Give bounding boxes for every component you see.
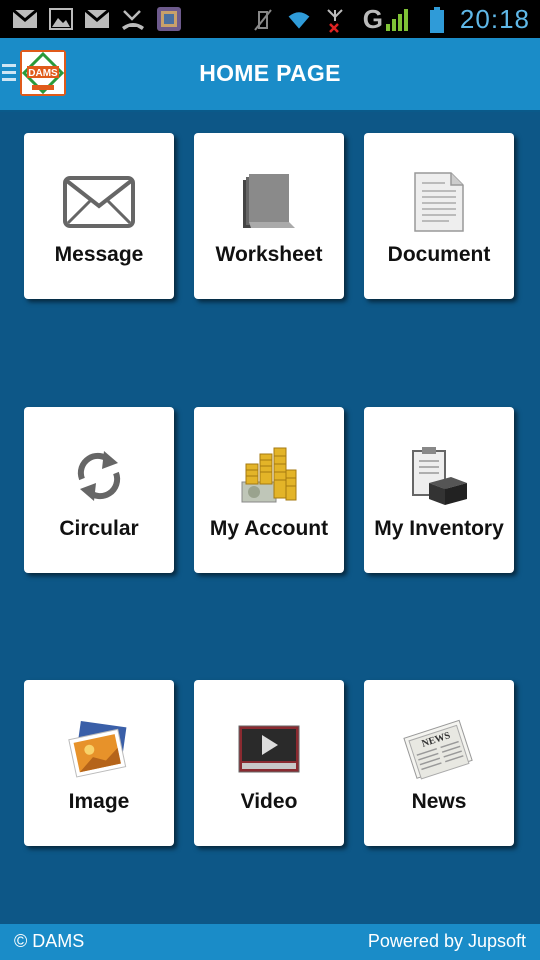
tile-circular[interactable]: Circular (24, 407, 174, 573)
tile-label: Document (387, 243, 491, 266)
app-notification-icon (156, 6, 182, 32)
newspaper-icon: NEWS (364, 716, 514, 782)
coins-money-icon (194, 443, 344, 509)
tile-label: Worksheet (215, 243, 323, 266)
photo-icon (24, 716, 174, 782)
gmail-notification-icon (12, 6, 38, 32)
clipboard-box-icon (364, 443, 514, 509)
wifi-icon (286, 7, 312, 33)
tile-label: News (411, 790, 467, 813)
app-header: DAMS HOME PAGE (0, 38, 540, 112)
tile-image[interactable]: Image (24, 680, 174, 846)
gmail-notification-icon-2 (84, 6, 110, 32)
tile-news[interactable]: NEWS News (364, 680, 514, 846)
vibrate-mute-icon (250, 7, 276, 33)
powered-by-text: Powered by Jupsoft (367, 931, 526, 951)
tile-label: My Account (209, 517, 329, 540)
tile-document[interactable]: Document (364, 133, 514, 299)
status-bar: G 20:18 (0, 0, 540, 38)
signal-strength-icon: G (358, 4, 414, 34)
tile-label: My Inventory (374, 517, 504, 540)
sim-no-signal-icon (322, 7, 348, 33)
page-title: HOME PAGE (199, 60, 341, 86)
tile-label: Message (54, 243, 144, 266)
copyright-text: © DAMS (14, 931, 85, 951)
clock: 20:18 (459, 4, 530, 34)
video-player-icon (194, 716, 344, 782)
footer: © DAMS Powered by Jupsoft (0, 924, 540, 960)
refresh-arrows-icon (24, 443, 174, 509)
tile-video[interactable]: Video (194, 680, 344, 846)
tile-worksheet[interactable]: Worksheet (194, 133, 344, 299)
battery-icon (424, 6, 450, 33)
tile-message[interactable]: Message (24, 133, 174, 299)
tile-label: Video (240, 790, 298, 813)
tile-label: Circular (59, 517, 139, 540)
network-type-label: G (362, 4, 384, 34)
worksheet-stack-icon (194, 169, 344, 235)
tile-my-account[interactable]: My Account (194, 407, 344, 573)
tile-my-inventory[interactable]: My Inventory (364, 407, 514, 573)
gallery-notification-icon (48, 6, 74, 32)
envelope-icon (24, 169, 174, 235)
missed-call-icon (120, 6, 146, 32)
tile-label: Image (68, 790, 130, 813)
document-icon (364, 169, 514, 235)
